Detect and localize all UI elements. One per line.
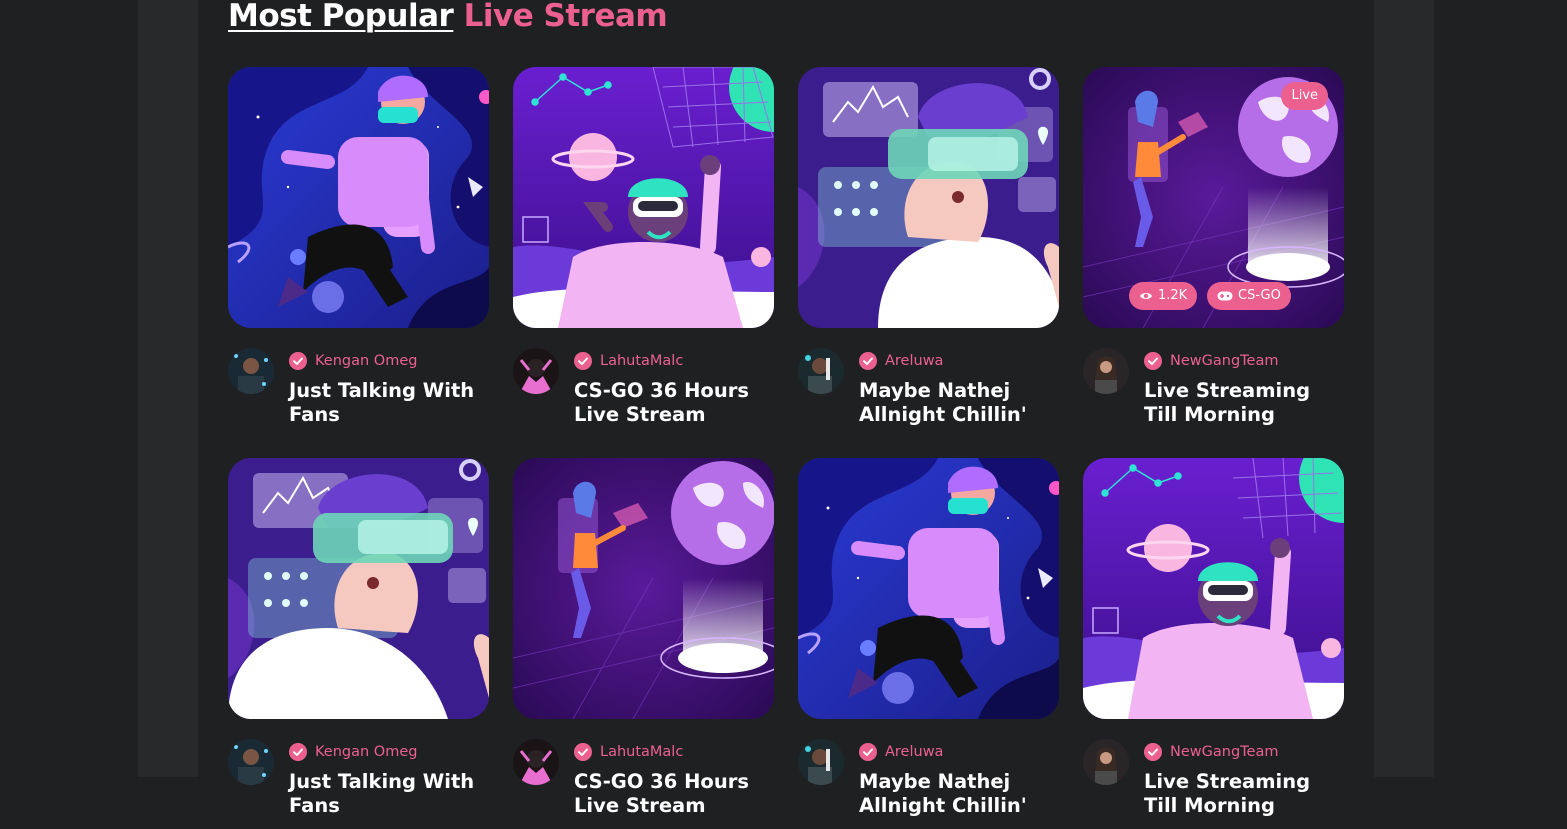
- streamer-name[interactable]: NewGangTeam: [1170, 743, 1278, 761]
- stream-title[interactable]: CS-GO 36 Hours Live Stream: [574, 770, 774, 818]
- stream-title[interactable]: Maybe Nathej Allnight Chillin': [859, 770, 1059, 818]
- check-circle-icon: [574, 743, 592, 761]
- streamer-name[interactable]: Kengan Omeg: [315, 743, 417, 761]
- stream-meta: LahutaMalc CS-GO 36 Hours Live Stream: [513, 719, 774, 829]
- streamer-avatar[interactable]: [228, 348, 274, 394]
- streamer-name[interactable]: LahutaMalc: [600, 352, 683, 370]
- streamer-avatar[interactable]: [513, 739, 559, 785]
- check-circle-icon: [859, 743, 877, 761]
- streamer-avatar[interactable]: [1083, 348, 1129, 394]
- streamer-avatar[interactable]: [1083, 739, 1129, 785]
- thumbnail-illustration-astronaut-purple: [513, 67, 774, 328]
- stream-meta: Kengan Omeg Just Talking With Fans: [228, 719, 489, 829]
- game-name: CS-GO: [1238, 288, 1281, 303]
- thumbnail-illustration-hologram-globe: [513, 458, 774, 719]
- stream-card[interactable]: Areluwa Maybe Nathej Allnight Chillin': [798, 458, 1059, 829]
- stream-title[interactable]: Live Streaming Till Morning: [1144, 770, 1344, 818]
- check-circle-icon: [289, 352, 307, 370]
- section-title-accent: Live Stream: [463, 0, 668, 34]
- stream-thumbnail[interactable]: [513, 458, 774, 719]
- streamer-name[interactable]: NewGangTeam: [1170, 352, 1278, 370]
- stream-thumbnail[interactable]: [1083, 458, 1344, 719]
- stream-title[interactable]: Just Talking With Fans: [289, 379, 489, 427]
- thumbnail-illustration-float-blue: [228, 67, 489, 328]
- streamer-name[interactable]: Areluwa: [885, 743, 943, 761]
- gamepad-icon: [1217, 291, 1233, 301]
- thumbnail-illustration-vr-dashboard: [228, 458, 489, 719]
- viewers-badge: 1.2K: [1129, 282, 1198, 310]
- check-circle-icon: [859, 352, 877, 370]
- stream-card[interactable]: Areluwa Maybe Nathej Allnight Chillin': [798, 67, 1059, 438]
- check-circle-icon: [574, 352, 592, 370]
- stream-meta: NewGangTeam Live Streaming Till Morning: [1083, 328, 1344, 438]
- stream-meta: NewGangTeam Live Streaming Till Morning: [1083, 719, 1344, 829]
- check-circle-icon: [1144, 743, 1162, 761]
- game-badge: CS-GO: [1207, 282, 1291, 310]
- streamer-avatar[interactable]: [228, 739, 274, 785]
- eye-icon: [1140, 293, 1152, 299]
- check-circle-icon: [289, 743, 307, 761]
- stream-card[interactable]: Kengan Omeg Just Talking With Fans: [228, 458, 489, 829]
- stream-title[interactable]: Maybe Nathej Allnight Chillin': [859, 379, 1059, 427]
- streamer-avatar[interactable]: [513, 348, 559, 394]
- thumbnail-illustration-vr-dashboard: [798, 67, 1059, 328]
- stream-meta: Areluwa Maybe Nathej Allnight Chillin': [798, 719, 1059, 829]
- live-badge: Live: [1281, 82, 1328, 110]
- stream-thumbnail[interactable]: [228, 67, 489, 328]
- check-circle-icon: [1144, 352, 1162, 370]
- stream-card[interactable]: Live 1.2K CS-GO NewGangTeam Live Streami…: [1083, 67, 1344, 438]
- streamer-name[interactable]: Kengan Omeg: [315, 352, 417, 370]
- streamer-avatar[interactable]: [798, 348, 844, 394]
- streamer-name[interactable]: LahutaMalc: [600, 743, 683, 761]
- thumbnail-illustration-astronaut-purple: [1083, 458, 1344, 719]
- stream-meta: Kengan Omeg Just Talking With Fans: [228, 328, 489, 438]
- stream-thumbnail[interactable]: [228, 458, 489, 719]
- stream-card[interactable]: Kengan Omeg Just Talking With Fans: [228, 67, 489, 438]
- stream-card[interactable]: LahutaMalc CS-GO 36 Hours Live Stream: [513, 67, 774, 438]
- stream-card[interactable]: LahutaMalc CS-GO 36 Hours Live Stream: [513, 458, 774, 829]
- stream-meta: Areluwa Maybe Nathej Allnight Chillin': [798, 328, 1059, 438]
- thumbnail-illustration-float-blue: [798, 458, 1059, 719]
- streamer-name[interactable]: Areluwa: [885, 352, 943, 370]
- section-heading: Most Popular Live Stream: [228, 0, 668, 36]
- stream-thumbnail[interactable]: [513, 67, 774, 328]
- stream-title[interactable]: Just Talking With Fans: [289, 770, 489, 818]
- stream-thumbnail[interactable]: [798, 67, 1059, 328]
- section-title-main: Most Popular: [228, 0, 454, 34]
- stream-thumbnail[interactable]: Live 1.2K CS-GO: [1083, 67, 1344, 328]
- viewers-count: 1.2K: [1158, 288, 1188, 303]
- stream-title[interactable]: CS-GO 36 Hours Live Stream: [574, 379, 774, 427]
- stream-card[interactable]: NewGangTeam Live Streaming Till Morning: [1083, 458, 1344, 829]
- streamer-avatar[interactable]: [798, 739, 844, 785]
- stream-meta: LahutaMalc CS-GO 36 Hours Live Stream: [513, 328, 774, 438]
- stream-thumbnail[interactable]: [798, 458, 1059, 719]
- stream-title[interactable]: Live Streaming Till Morning: [1144, 379, 1344, 427]
